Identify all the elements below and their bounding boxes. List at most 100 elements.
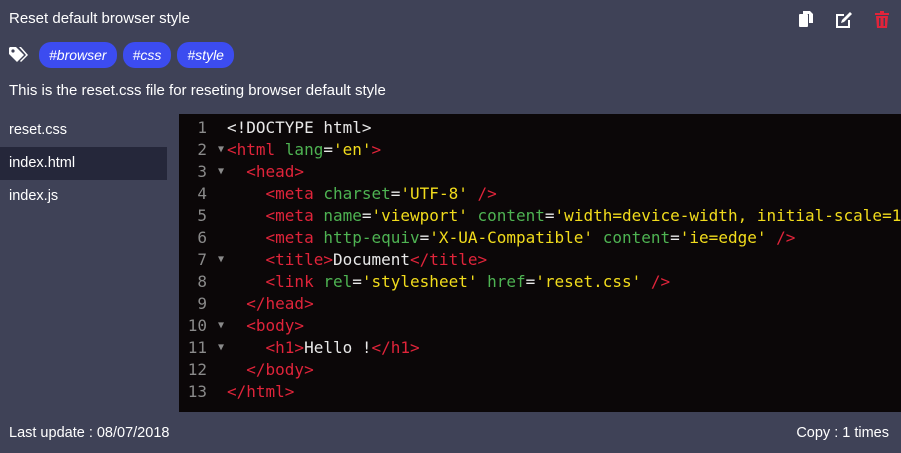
tag-style[interactable]: #style [177,42,234,68]
line-number: 10 [187,316,207,335]
code-token: </title> [410,250,488,269]
fold-arrow-icon[interactable]: ▼ [218,315,224,337]
fold-arrow-icon[interactable]: ▼ [218,249,224,271]
code-token: <title> [265,250,333,269]
code-line: 2 ▼ <html lang='en'> [179,139,901,161]
code-text: <!DOCTYPE html> [227,117,372,139]
code-token: </html> [227,382,295,401]
line-number-gutter: 12 [179,359,227,381]
code-token: 'viewport' [371,206,468,225]
line-number-gutter: 1 [179,117,227,139]
code-token: <meta [265,228,324,247]
file-item-index-html[interactable]: index.html [0,147,167,180]
code-token: charset [323,184,391,203]
line-number-gutter: 11 ▼ [179,337,227,359]
code-text: <meta name='viewport' content='width=dev… [227,205,901,227]
tag-css[interactable]: #css [122,42,172,68]
code-editor[interactable]: 1 <!DOCTYPE html> 2 ▼ <html lang='en'> 3 ▼ <he… [179,114,901,412]
code-text: <body> [227,315,304,337]
code-line: 5 <meta name='viewport' content='width=d… [179,205,901,227]
line-number-gutter: 13 [179,381,227,403]
copy-button[interactable] [797,10,815,28]
snippet-description: This is the reset.css file for reseting … [9,82,386,99]
copy-icon [799,11,813,27]
line-number-gutter: 5 [179,205,227,227]
code-line: 10 ▼ <body> [179,315,901,337]
edit-icon [836,11,852,28]
code-token: = [670,228,680,247]
code-text: <meta http-equiv='X-UA-Compatible' conte… [227,227,796,249]
file-list: reset.css index.html index.js [0,114,167,213]
fold-arrow-icon[interactable]: ▼ [218,337,224,359]
code-token: = [361,206,372,225]
code-token: > [371,140,382,159]
code-token: 'reset.css' [535,272,642,291]
code-token: <meta [265,184,324,203]
code-text: <title>Document</title> [227,249,488,271]
line-number: 4 [197,184,207,203]
line-number-gutter: 7 ▼ [179,249,227,271]
code-line: 1 <!DOCTYPE html> [179,117,901,139]
line-number: 5 [197,206,207,225]
code-token: 'ie=edge' [679,228,767,247]
code-token: = [544,206,555,225]
code-token: <h1> [265,338,305,357]
code-text: </head> [227,293,313,315]
line-number: 1 [197,118,207,137]
line-number-gutter: 9 [179,293,227,315]
line-number: 7 [197,250,207,269]
code-line: 9 </head> [179,293,901,315]
code-token: <html [227,140,285,159]
code-token: = [419,228,430,247]
line-number-gutter: 3 ▼ [179,161,227,183]
code-token: /> [650,272,671,291]
code-text: <html lang='en'> [227,139,381,161]
code-text: <link rel='stylesheet' href='reset.css' … [227,271,671,293]
code-token: rel [323,272,353,291]
code-token: <!DOCTYPE html> [227,118,372,137]
code-text: </body> [227,359,313,381]
code-token: = [352,272,362,291]
tags-icon [9,47,28,62]
line-number: 6 [197,228,207,247]
code-token: 'X-UA-Compatible' [429,228,594,247]
line-number: 9 [197,294,207,313]
delete-icon [875,10,889,28]
code-line: 12 </body> [179,359,901,381]
code-token: Document [332,250,411,269]
code-token: <link [265,272,324,291]
code-token: content [477,206,545,225]
code-token: </h1> [371,338,420,357]
line-number: 3 [197,162,207,181]
code-token: 'stylesheet' [361,272,478,291]
code-text: <h1>Hello !</h1> [227,337,420,359]
code-token: /> [776,228,796,247]
code-token: lang [284,140,324,159]
code-text: </html> [227,381,294,403]
file-item-index-js[interactable]: index.js [0,180,167,213]
code-text: <meta charset='UTF-8' /> [227,183,497,205]
file-item-reset-css[interactable]: reset.css [0,114,167,147]
code-token: <head> [246,162,305,181]
fold-arrow-icon[interactable]: ▼ [218,139,224,161]
fold-arrow-icon[interactable]: ▼ [218,161,224,183]
code-line: 8 <link rel='stylesheet' href='reset.css… [179,271,901,293]
line-number: 12 [187,360,207,379]
line-number-gutter: 8 [179,271,227,293]
code-token: <meta [265,206,324,225]
tag-browser[interactable]: #browser [39,42,117,68]
delete-button[interactable] [873,10,891,28]
code-token: = [323,140,333,159]
line-number-gutter: 2 ▼ [179,139,227,161]
line-number: 2 [197,140,207,159]
edit-button[interactable] [835,10,853,28]
snippet-actions [797,10,891,28]
code-token: 'width=device-width, initial-scale=1.0' [554,206,901,225]
